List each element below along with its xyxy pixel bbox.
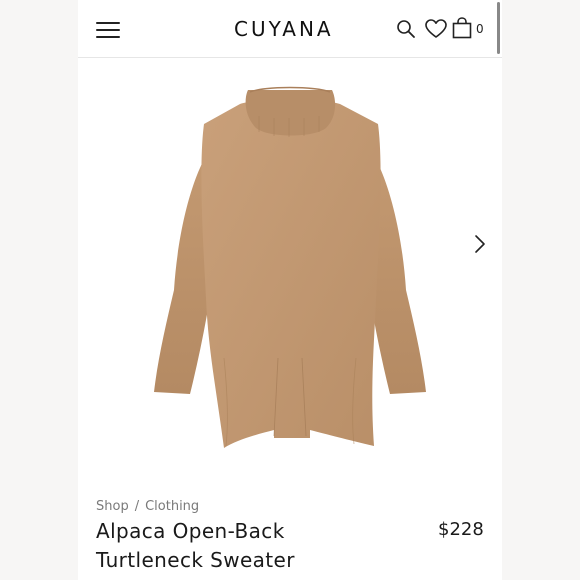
scrollbar[interactable] [497,2,500,54]
shopping-bag-icon[interactable] [452,17,472,39]
breadcrumb-shop[interactable]: Shop [96,499,129,514]
heart-icon[interactable] [425,19,447,39]
product-title-line1: Alpaca Open-Back [96,519,285,543]
search-icon[interactable] [396,19,416,39]
product-title: Alpaca Open-Back Turtleneck Sweater [96,517,346,575]
product-title-line2: Turtleneck Sweater [96,548,295,572]
product-image[interactable] [78,58,502,468]
chevron-right-icon[interactable] [472,233,488,255]
menu-icon[interactable] [96,22,120,39]
product-price: $228 [438,519,484,540]
brand-logo[interactable]: CUYANA [234,17,334,41]
cart-count: 0 [476,22,484,36]
site-header: CUYANA 0 [78,0,502,58]
sweater-illustration [154,86,426,448]
breadcrumb: Shop / Clothing [96,499,199,514]
breadcrumb-clothing[interactable]: Clothing [145,499,199,514]
breadcrumb-separator: / [134,499,140,514]
phone-screen: CUYANA 0 Shop / Clothing Alpaca Open-Bac… [78,0,502,580]
